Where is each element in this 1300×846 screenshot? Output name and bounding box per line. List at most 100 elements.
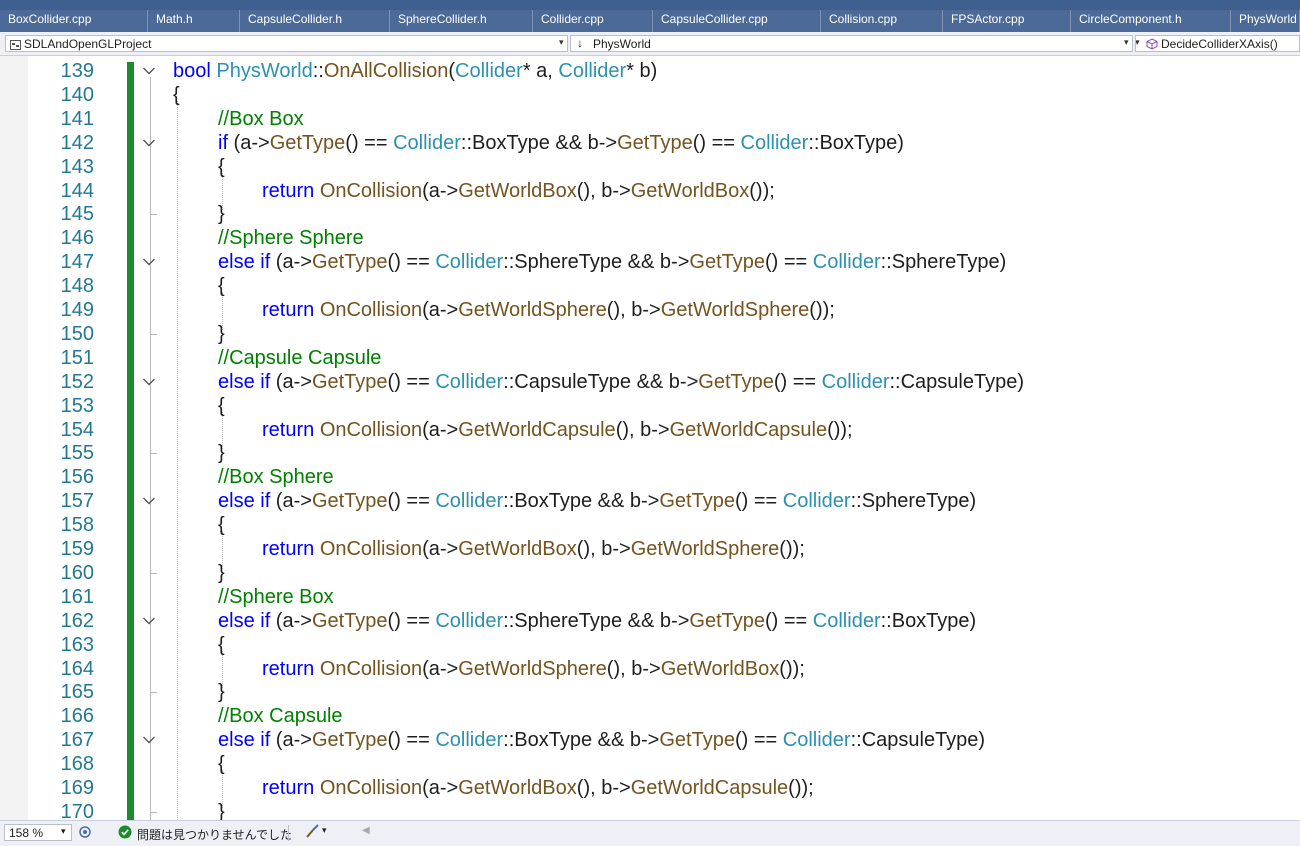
code-token: ::SphereType) xyxy=(880,251,1007,274)
line-number: 164 xyxy=(60,657,94,680)
scope-dropdown[interactable]: ↓ PhysWorld ▾ xyxy=(570,35,1133,52)
issues-status[interactable]: 問題は見つかりませんでした xyxy=(137,826,292,843)
code-token: GetWorldBox xyxy=(458,179,577,202)
tab-math-h[interactable]: Math.h xyxy=(148,10,240,32)
code-line: 151 //Capsule Capsule xyxy=(0,346,1300,370)
code-token: Collider xyxy=(435,370,504,393)
tab-physworld[interactable]: PhysWorld xyxy=(1231,10,1300,32)
code-text: else if (a->GetType() == Collider::Capsu… xyxy=(218,370,1024,394)
code-line: 170} xyxy=(0,800,1300,820)
scroll-left-icon[interactable]: ◀ xyxy=(362,825,370,836)
code-text: return OnCollision(a->GetWorldBox(), b->… xyxy=(262,776,814,800)
tab-capsulecollider-cpp[interactable]: CapsuleCollider.cpp xyxy=(653,10,821,32)
code-token: GetWorldCapsule xyxy=(630,777,789,799)
code-line: 148 { xyxy=(0,274,1300,298)
fold-collapse-icon[interactable] xyxy=(142,370,158,394)
code-token: (a-> xyxy=(422,777,459,799)
line-number: 161 xyxy=(60,585,94,608)
code-text: return OnCollision(a->GetWorldSphere(), … xyxy=(262,657,805,681)
code-line: 169 return OnCollision(a->GetWorldBox(), … xyxy=(0,776,1300,800)
line-number: 147 xyxy=(60,251,94,274)
line-number: 140 xyxy=(60,83,94,106)
code-line: 161 //Sphere Box xyxy=(0,585,1300,609)
tab-collider-cpp[interactable]: Collider.cpp xyxy=(533,10,653,32)
tab-collision-cpp[interactable]: Collision.cpp xyxy=(821,10,943,32)
tab-spherecollider-h[interactable]: SphereCollider.h xyxy=(390,10,533,32)
code-token: return xyxy=(262,299,315,321)
code-text: { xyxy=(218,752,225,776)
code-token: //Capsule Capsule xyxy=(218,346,382,369)
code-token: Collider xyxy=(435,729,504,752)
code-token: ::BoxType) xyxy=(808,131,904,154)
code-line: 162 else if (a->GetType() == Collider::Sp… xyxy=(0,609,1300,633)
chevron-down-icon[interactable]: ▾ xyxy=(322,825,327,836)
code-text: return OnCollision(a->GetWorldSphere(), … xyxy=(262,298,835,322)
zoom-dropdown[interactable]: 158 % ▾ xyxy=(4,824,72,841)
code-token: //Box Box xyxy=(218,107,304,130)
code-line: 163 { xyxy=(0,633,1300,657)
code-token: return xyxy=(262,179,315,202)
fold-collapse-icon[interactable] xyxy=(142,59,158,83)
code-token: //Box Capsule xyxy=(218,705,343,728)
code-text: else if (a->GetType() == Collider::BoxTy… xyxy=(218,728,985,752)
code-cleanup-brush-icon[interactable] xyxy=(305,824,321,842)
code-token: GetType xyxy=(311,609,388,632)
code-token: (a-> xyxy=(270,729,312,752)
fold-collapse-icon[interactable] xyxy=(142,131,158,155)
code-token: { xyxy=(218,155,225,178)
project-dropdown[interactable]: SDLAndOpenGLProject ▾ xyxy=(5,35,568,52)
code-token: PhysWorld xyxy=(216,60,313,82)
fold-collapse-icon[interactable] xyxy=(142,489,158,513)
line-number: 146 xyxy=(60,227,94,250)
member-name: DecideColliderXAxis() xyxy=(1161,37,1278,51)
code-line: 155} xyxy=(0,441,1300,465)
code-token: GetType xyxy=(689,609,765,632)
code-line: 139 bool PhysWorld::OnAllCollision(Collid… xyxy=(0,59,1300,83)
scope-arrow-icon: ↓ xyxy=(577,36,583,50)
code-token: return xyxy=(262,538,315,560)
code-token: Collider xyxy=(812,609,881,632)
code-text: return OnCollision(a->GetWorldBox(), b->… xyxy=(262,179,775,203)
code-token: GetWorldBox xyxy=(630,179,750,202)
live-share-icon[interactable] xyxy=(78,825,92,842)
tab-circlecomponent-h[interactable]: CircleComponent.h xyxy=(1071,10,1231,32)
code-token: if xyxy=(218,131,228,154)
line-number: 166 xyxy=(60,705,94,728)
project-name: SDLAndOpenGLProject xyxy=(24,37,152,51)
code-token: ()); xyxy=(827,418,853,441)
code-token: GetType xyxy=(659,729,735,752)
member-dropdown[interactable]: ▾ DecideColliderXAxis() xyxy=(1135,35,1300,52)
code-token: (a-> xyxy=(270,251,312,274)
tab-capsulecollider-h[interactable]: CapsuleCollider.h xyxy=(240,10,390,32)
code-token: ::BoxType && b-> xyxy=(503,490,660,513)
code-token: (a-> xyxy=(422,418,459,441)
line-number: 163 xyxy=(60,633,94,656)
code-token: Collider xyxy=(782,729,851,752)
code-token: (), b-> xyxy=(606,299,661,321)
tab-boxcollider-cpp[interactable]: BoxCollider.cpp xyxy=(0,10,148,32)
code-token: ( xyxy=(448,60,455,82)
tab-fpsactor-cpp[interactable]: FPSActor.cpp xyxy=(943,10,1071,32)
code-line: 152 else if (a->GetType() == Collider::Ca… xyxy=(0,370,1300,394)
code-token: GetType xyxy=(659,490,735,513)
code-token: () == xyxy=(345,131,394,154)
fold-collapse-icon[interactable] xyxy=(142,250,158,274)
line-number: 169 xyxy=(60,777,94,799)
code-token: GetWorldSphere xyxy=(458,657,607,680)
code-text: //Box Box xyxy=(218,107,304,131)
scope-name: PhysWorld xyxy=(593,37,651,51)
code-line: 154 return OnCollision(a->GetWorldCapsule… xyxy=(0,418,1300,442)
fold-collapse-icon[interactable] xyxy=(142,728,158,752)
code-token: ()); xyxy=(779,657,805,680)
code-text: //Box Sphere xyxy=(218,465,334,489)
chevron-down-icon: ▾ xyxy=(61,826,66,836)
code-editor[interactable]: 139 bool PhysWorld::OnAllCollision(Collid… xyxy=(0,56,1300,820)
code-token: else if xyxy=(218,729,271,752)
code-token: Collider xyxy=(435,609,504,632)
code-token: GetType xyxy=(311,251,388,274)
navigation-bar: SDLAndOpenGLProject ▾ ↓ PhysWorld ▾ ▾ De… xyxy=(0,32,1300,56)
code-token: (a-> xyxy=(422,657,459,680)
code-token: GetType xyxy=(269,131,346,154)
fold-collapse-icon[interactable] xyxy=(142,609,158,633)
code-token: ::BoxType) xyxy=(880,609,977,632)
